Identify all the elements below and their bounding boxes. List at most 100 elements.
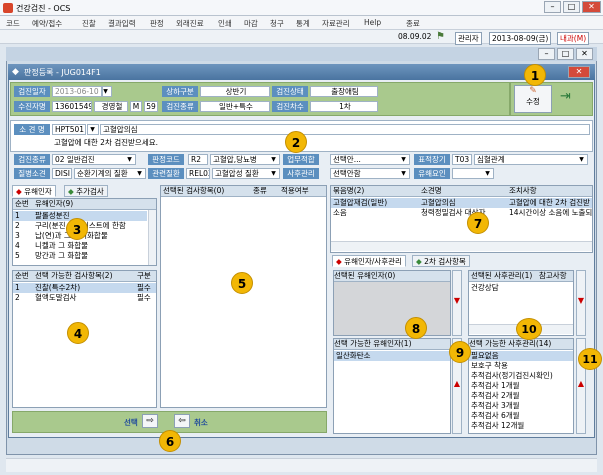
arrow-up-icon: ▲ (577, 379, 585, 388)
list-item[interactable]: 필요없음 (469, 351, 573, 361)
cancel-arrow-button[interactable]: ⇦ (174, 414, 190, 428)
tab-harmful-post[interactable]: ◆ 유해인자/사후관리 (332, 255, 406, 267)
organ-select[interactable]: 심혈관계 ▼ (474, 154, 588, 165)
marker-3: 3 (66, 218, 88, 240)
row-action: 14시간이상 소음에 노출되 (509, 208, 592, 217)
post-down-button[interactable]: ▼ (576, 270, 586, 336)
row-no: 5 (15, 251, 20, 260)
chevron-down-icon: ▼ (271, 170, 276, 177)
table-row[interactable]: 5 망간과 그 화합물 (13, 251, 147, 261)
list-item[interactable]: 추적검사 6개월 (469, 411, 573, 421)
list-item[interactable]: 추적검사 3개월 (469, 401, 573, 411)
harmful-down-button[interactable]: ▼ (452, 270, 462, 336)
tab-harmful-post-label: 유해인자/사후관리 (344, 257, 402, 266)
judge-select[interactable]: 고혈압,당뇨병 ▼ (210, 154, 280, 165)
tab-additional[interactable]: ◆ 추가검사 (64, 185, 108, 197)
fit-select[interactable]: 선택안... ▼ (330, 154, 410, 165)
flag-icon: ◆ (68, 187, 74, 196)
table-row[interactable]: 1 진찰(특수2차) 필수 (13, 283, 156, 293)
menu-item[interactable]: 인쇄 (218, 18, 232, 29)
menu-item[interactable]: 코드 (6, 18, 20, 29)
table-row[interactable]: 소음 청력정밀검사 대상자 14시간이상 소음에 노출되 (331, 208, 592, 218)
arrow-down-icon: ▼ (453, 296, 461, 305)
harmful-header: 순번 유해인자(9) (13, 199, 156, 210)
maximize-button[interactable]: □ (563, 1, 580, 13)
list-item[interactable]: 추적검사 2개월 (469, 391, 573, 401)
list-item[interactable]: 보호구 착용 (469, 361, 573, 371)
dept-badge: 내과(M) (557, 32, 590, 45)
tab-harmful[interactable]: ◆ 유해인자 (12, 185, 56, 197)
date-picker-icon[interactable]: ▼ (102, 86, 112, 97)
exit-icon[interactable]: ⇥ (560, 89, 571, 104)
mdi-maximize-button[interactable]: □ (557, 48, 574, 60)
findings-hscrollbar[interactable] (331, 241, 592, 251)
chevron-down-icon: ▼ (401, 170, 406, 177)
mdi-close-button[interactable]: ✕ (576, 48, 593, 60)
chevron-down-icon: ▼ (401, 156, 406, 163)
close-button[interactable]: ✕ (582, 1, 601, 13)
table-row[interactable]: 고혈압재검(일반) 고혈압의심 고혈압에 대한 2차 검진받 (331, 198, 592, 208)
header-no: 순번 (15, 199, 29, 208)
rel-select[interactable]: 고혈압성 질환 ▼ (212, 168, 280, 179)
dialog-close-button[interactable]: ✕ (568, 66, 590, 78)
harmful-scrollbar[interactable] (148, 210, 156, 265)
available-header: 순번 선택 가능한 검사항목(2) 구분 (13, 271, 156, 282)
kind-select[interactable]: 02 일반검진 ▼ (52, 154, 136, 165)
marker-6: 6 (159, 430, 181, 452)
menu-item[interactable]: 예약/접수 (32, 18, 62, 29)
list-item[interactable]: 추적검사 12개월 (469, 421, 573, 431)
list-item[interactable]: 건강상담 (469, 283, 573, 293)
menu-item[interactable]: 자료관리 (322, 18, 350, 29)
organ-value: 심혈관계 (477, 155, 505, 164)
fit-value: 선택안... (333, 155, 361, 164)
header-action: 조치사항 (509, 186, 537, 195)
edit-button[interactable]: ✎ 수정 (514, 85, 552, 113)
arrow-right-icon: ⇨ (146, 416, 154, 426)
opinion-name[interactable]: 고혈압의심 (100, 124, 590, 135)
tab-second-exam-label: 2차 검사항목 (424, 257, 466, 266)
state-value: 출장애팀 (310, 86, 378, 97)
menu-item[interactable]: 마감 (244, 18, 258, 29)
disease-select[interactable]: 순환기계의 질환 ▼ (74, 168, 146, 179)
header-no: 순번 (15, 271, 29, 280)
judge-label: 판정코드 (148, 154, 184, 165)
factor-select[interactable]: ▼ (452, 168, 494, 179)
menu-item[interactable]: 진찰 (82, 18, 96, 29)
list-item[interactable]: 추적검사 1개월 (469, 381, 573, 391)
user-icon[interactable]: ⚑ (436, 31, 445, 42)
chevron-down-icon: ▼ (271, 156, 276, 163)
row-no: 1 (15, 283, 20, 292)
menu-item[interactable]: 통계 (296, 18, 310, 29)
type-value: 일반+특수 (200, 101, 270, 112)
list-item[interactable]: 일산화탄소 (334, 351, 450, 361)
edit-icon: ✎ (529, 86, 537, 96)
mdi-minimize-button[interactable]: – (538, 48, 555, 60)
menu-item[interactable]: 종료 (406, 18, 420, 29)
tab-harmful-label: 유해인자 (24, 187, 52, 196)
opinion-text[interactable]: 고혈압에 대한 2차 검진받으세요. (52, 138, 590, 149)
menu-item[interactable]: 결과입력 (108, 18, 136, 29)
tab-second-exam[interactable]: ◆ 2차 검사항목 (412, 255, 470, 267)
post-select[interactable]: 선택안함 ▼ (330, 168, 410, 179)
exam-date-field[interactable]: 2013-06-10 (52, 86, 102, 97)
opinion-search-icon[interactable]: ▼ (87, 124, 99, 135)
rel-code[interactable]: REL03 (186, 168, 210, 179)
judge-code[interactable]: R2 (188, 154, 208, 165)
arrow-up-icon: ▲ (453, 379, 461, 388)
organ-code[interactable]: T03 (452, 154, 472, 165)
role-badge: 관리자 (455, 32, 482, 45)
row-name: 혈액도말검사 (35, 293, 77, 302)
select-arrow-button[interactable]: ⇨ (142, 414, 158, 428)
table-row[interactable]: 4 니켈과 그 화합물 (13, 241, 147, 251)
menu-item[interactable]: 외래진료 (176, 18, 204, 29)
menu-item[interactable]: Help (364, 18, 381, 27)
minimize-button[interactable]: – (544, 1, 561, 13)
mdi-titlebar: – □ ✕ (6, 47, 597, 61)
list-item[interactable]: 추적검사(정기검진시확인) (469, 371, 573, 381)
opinion-code[interactable]: HPT501 (52, 124, 86, 135)
menu-item[interactable]: 판정 (150, 18, 164, 29)
disease-code[interactable]: DISI (52, 168, 72, 179)
menu-item[interactable]: 청구 (270, 18, 284, 29)
header-harmful: 유해인자(9) (35, 199, 74, 208)
table-row[interactable]: 2 혈액도말검사 필수 (13, 293, 156, 303)
